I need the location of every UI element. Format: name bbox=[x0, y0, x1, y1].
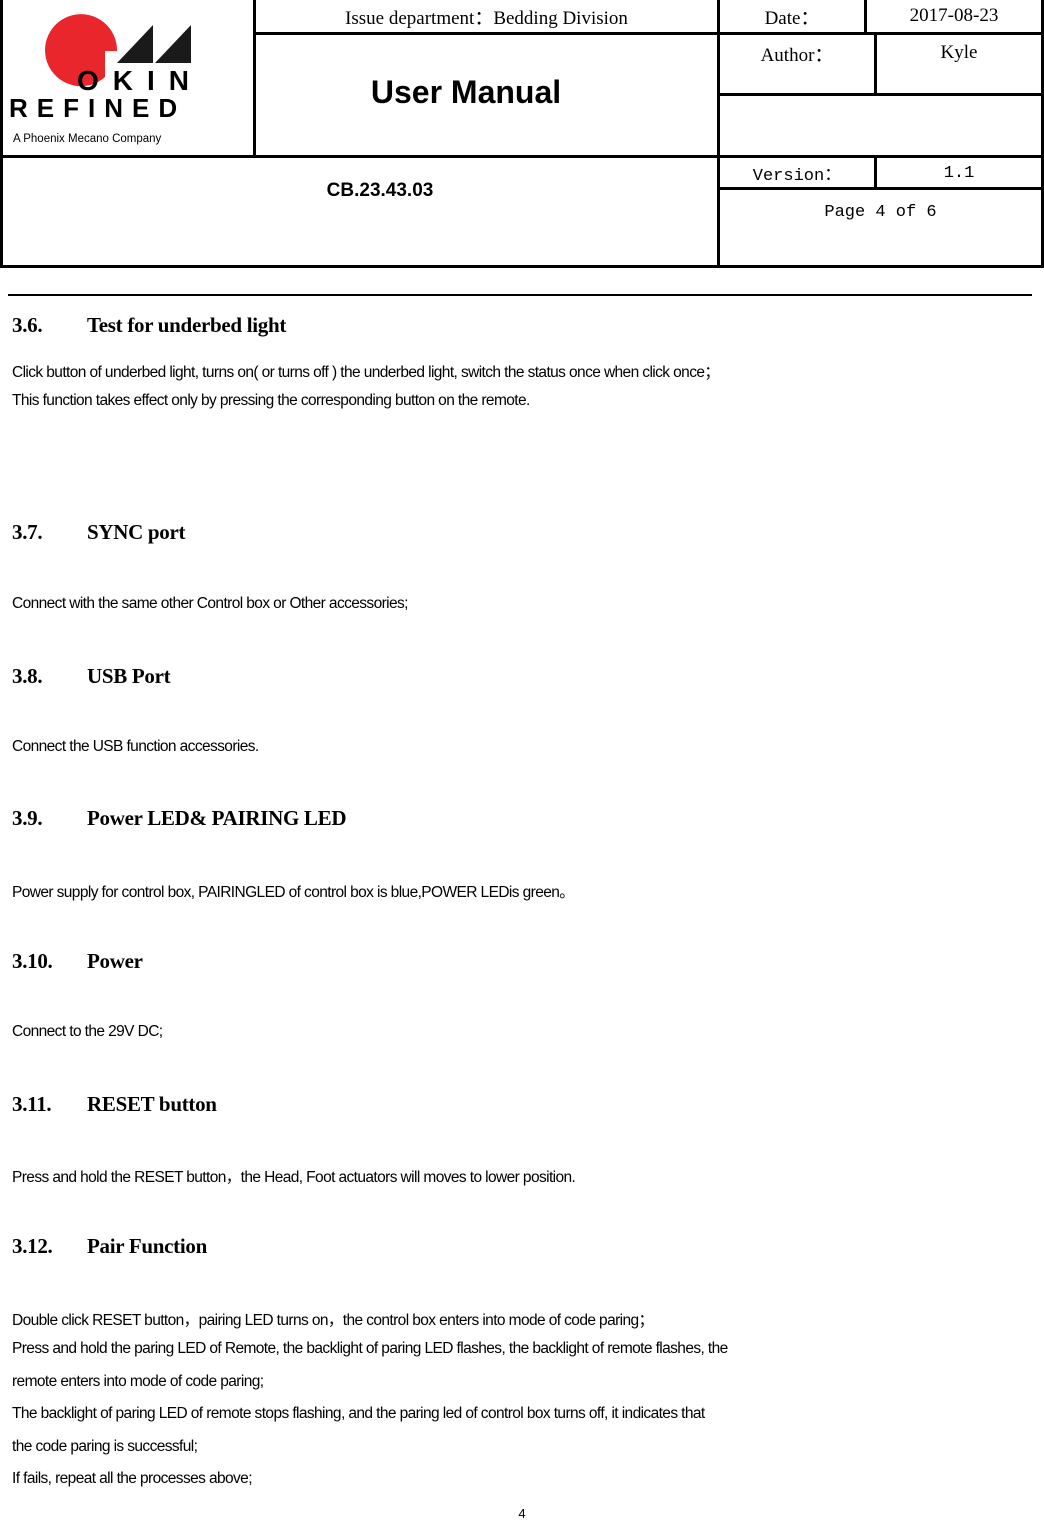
author-value: Kyle bbox=[940, 42, 978, 63]
paragraph: Connect to the 29V DC; bbox=[12, 1023, 163, 1040]
section-number: 3.10. bbox=[12, 949, 53, 973]
document-number: CB.23.43.03 bbox=[326, 180, 434, 201]
paragraph: Press and hold the RESET button，the Head… bbox=[12, 1169, 576, 1186]
version-value: 1.1 bbox=[943, 163, 975, 183]
header-divider bbox=[8, 294, 1032, 296]
version-label: Version： bbox=[752, 167, 842, 186]
author-label: Author： bbox=[760, 44, 834, 66]
document-title: User Manual bbox=[370, 73, 562, 110]
section-heading: 3.11. RESET button bbox=[12, 1092, 217, 1117]
section-heading: 3.6. Test for underbed light bbox=[12, 313, 286, 338]
logo-brand-bottom: REFINED bbox=[9, 93, 187, 123]
section-title: SYNC port bbox=[87, 520, 186, 544]
paragraph: Press and hold the paring LED of Remote,… bbox=[12, 1340, 728, 1357]
date-label: Date： bbox=[764, 7, 820, 29]
section-title: Power bbox=[87, 949, 143, 973]
paragraph: This function takes effect only by press… bbox=[12, 392, 530, 409]
paragraph: remote enters into mode of code paring; bbox=[12, 1373, 264, 1390]
section-number: 3.11. bbox=[12, 1092, 52, 1116]
logo-tagline: A Phoenix Mecano Company bbox=[13, 133, 162, 145]
section-heading: 3.9. Power LED& PAIRING LED bbox=[12, 806, 347, 831]
section-title: Test for underbed light bbox=[87, 313, 287, 337]
section-number: 3.8. bbox=[12, 664, 43, 688]
section-number: 3.7. bbox=[12, 520, 43, 544]
section-title: USB Port bbox=[87, 664, 171, 688]
paragraph: Connect with the same other Control box … bbox=[12, 595, 408, 612]
border bbox=[0, 0, 3, 268]
page-number: 4 bbox=[518, 1506, 526, 1521]
paragraph: Connect the USB function accessories. bbox=[12, 738, 259, 755]
date-value: 2017-08-23 bbox=[909, 5, 999, 26]
border bbox=[0, 265, 1044, 268]
section-title: RESET button bbox=[87, 1092, 217, 1116]
section-number: 3.12. bbox=[12, 1234, 53, 1258]
paragraph: the code paring is successful; bbox=[12, 1438, 198, 1455]
section-heading: 3.8. USB Port bbox=[12, 664, 171, 689]
section-heading: 3.12. Pair Function bbox=[12, 1234, 207, 1259]
section-number: 3.6. bbox=[12, 313, 43, 337]
section-heading: 3.10. Power bbox=[12, 949, 143, 974]
section-number: 3.9. bbox=[12, 806, 43, 830]
paragraph: The backlight of paring LED of remote st… bbox=[12, 1405, 705, 1422]
issue-department: Issue department：Bedding Division bbox=[345, 7, 628, 29]
paragraph: If fails, repeat all the processes above… bbox=[12, 1470, 253, 1487]
border bbox=[717, 93, 1044, 96]
section-heading: 3.7. SYNC port bbox=[12, 520, 186, 545]
company-logo: OKIN REFINED A Phoenix Mecano Company bbox=[5, 5, 251, 153]
paragraph: Double click RESET button，pairing LED tu… bbox=[12, 1312, 654, 1329]
section-title: Power LED& PAIRING LED bbox=[87, 806, 347, 830]
section-title: Pair Function bbox=[87, 1234, 207, 1258]
paragraph: Power supply for control box, PAIRINGLED… bbox=[12, 884, 575, 901]
page-info: Page 4 of 6 bbox=[824, 203, 937, 222]
paragraph: Click button of underbed light, turns on… bbox=[12, 364, 720, 381]
document-header: OKIN REFINED A Phoenix Mecano Company Is… bbox=[0, 0, 1044, 270]
